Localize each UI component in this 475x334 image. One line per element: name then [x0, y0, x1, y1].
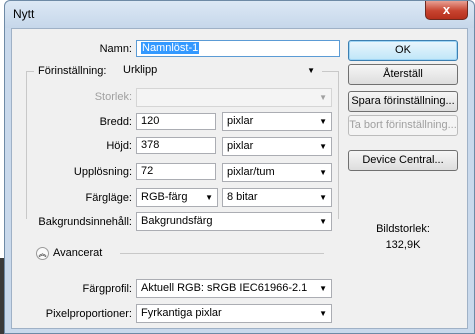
name-input[interactable]: Namnlöst-1 — [136, 40, 340, 57]
dialog-body: Namn: Namnlöst-1 Förinställning: Urklipp… — [11, 28, 468, 329]
preset-group-line-vertical-right — [338, 71, 339, 219]
chevron-down-icon: ▼ — [319, 193, 327, 202]
ok-button[interactable]: OK — [348, 40, 458, 61]
height-value: 378 — [141, 139, 160, 151]
save-preset-button[interactable]: Spara förinställning... — [348, 91, 458, 112]
preset-group-line-right — [322, 71, 338, 72]
chevron-down-icon: ▼ — [319, 168, 327, 177]
bit-depth-select[interactable]: 8 bitar ▼ — [222, 188, 332, 207]
color-profile-label: Färgprofil: — [82, 283, 132, 295]
window-title: Nytt — [13, 7, 35, 21]
chevron-down-icon: ▼ — [319, 309, 327, 318]
pixel-aspect-value: Fyrkantiga pixlar — [141, 307, 222, 319]
preset-value: Urklipp — [123, 64, 158, 76]
width-input[interactable]: 120 — [136, 113, 216, 130]
chevron-down-icon: ▼ — [205, 193, 213, 202]
chevron-down-icon: ▼ — [319, 117, 327, 126]
reset-button[interactable]: Återställ — [348, 64, 458, 85]
chevron-down-icon: ▼ — [307, 66, 315, 75]
image-size-label: Bildstorlek: — [376, 223, 430, 235]
color-profile-value: Aktuell RGB: sRGB IEC61966-2.1 — [141, 282, 308, 294]
background-value: Bakgrundsfärg — [141, 215, 213, 227]
title-bar[interactable]: Nytt x — [5, 1, 474, 28]
width-unit-value: pixlar — [227, 115, 254, 127]
chevron-down-icon: ▼ — [319, 93, 327, 102]
chevron-up-icon: ︽ — [38, 249, 47, 258]
color-profile-select[interactable]: Aktuell RGB: sRGB IEC61966-2.1 ▼ — [136, 279, 332, 298]
chevron-down-icon: ▼ — [319, 142, 327, 151]
background-select[interactable]: Bakgrundsfärg ▼ — [136, 212, 332, 231]
delete-preset-button[interactable]: Ta bort förinställning... — [348, 115, 458, 136]
resolution-input[interactable]: 72 — [136, 163, 216, 180]
resolution-value: 72 — [141, 165, 154, 177]
size-label: Storlek: — [94, 91, 132, 103]
color-mode-select[interactable]: RGB-färg ▼ — [136, 188, 218, 207]
advanced-divider — [120, 253, 324, 254]
resolution-label: Upplösning: — [73, 166, 132, 178]
height-unit-select[interactable]: pixlar ▼ — [222, 137, 332, 156]
color-mode-value: RGB-färg — [141, 191, 188, 203]
color-mode-label: Färgläge: — [85, 192, 132, 204]
preset-group-line-left — [26, 71, 34, 72]
new-document-dialog: Nytt x Namn: Namnlöst-1 Förinställning: … — [4, 0, 475, 334]
width-label: Bredd: — [99, 116, 132, 128]
resolution-unit-value: pixlar/tum — [227, 166, 275, 178]
size-select[interactable]: ▼ — [136, 88, 332, 107]
image-size-value: 132,9K — [385, 239, 421, 251]
resolution-unit-select[interactable]: pixlar/tum ▼ — [222, 163, 332, 182]
device-central-button[interactable]: Device Central... — [348, 150, 458, 171]
background-label: Bakgrundsinnehåll: — [38, 216, 132, 228]
close-icon: x — [442, 2, 451, 17]
chevron-down-icon: ▼ — [319, 284, 327, 293]
preset-select[interactable]: Urklipp ▼ — [119, 62, 319, 81]
height-unit-value: pixlar — [227, 140, 254, 152]
name-label: Namn: — [99, 43, 132, 55]
name-value: Namnlöst-1 — [141, 42, 200, 54]
width-unit-select[interactable]: pixlar ▼ — [222, 112, 332, 131]
pixel-aspect-select[interactable]: Fyrkantiga pixlar ▼ — [136, 304, 332, 323]
chevron-down-icon: ▼ — [319, 217, 327, 226]
height-label: Höjd: — [106, 140, 132, 152]
close-button[interactable]: x — [425, 1, 468, 20]
bit-depth-value: 8 bitar — [227, 191, 258, 203]
pixel-aspect-label: Pixelproportioner: — [45, 308, 132, 320]
height-input[interactable]: 378 — [136, 137, 216, 154]
advanced-toggle[interactable]: ︽ — [36, 247, 49, 260]
width-value: 120 — [141, 115, 160, 127]
